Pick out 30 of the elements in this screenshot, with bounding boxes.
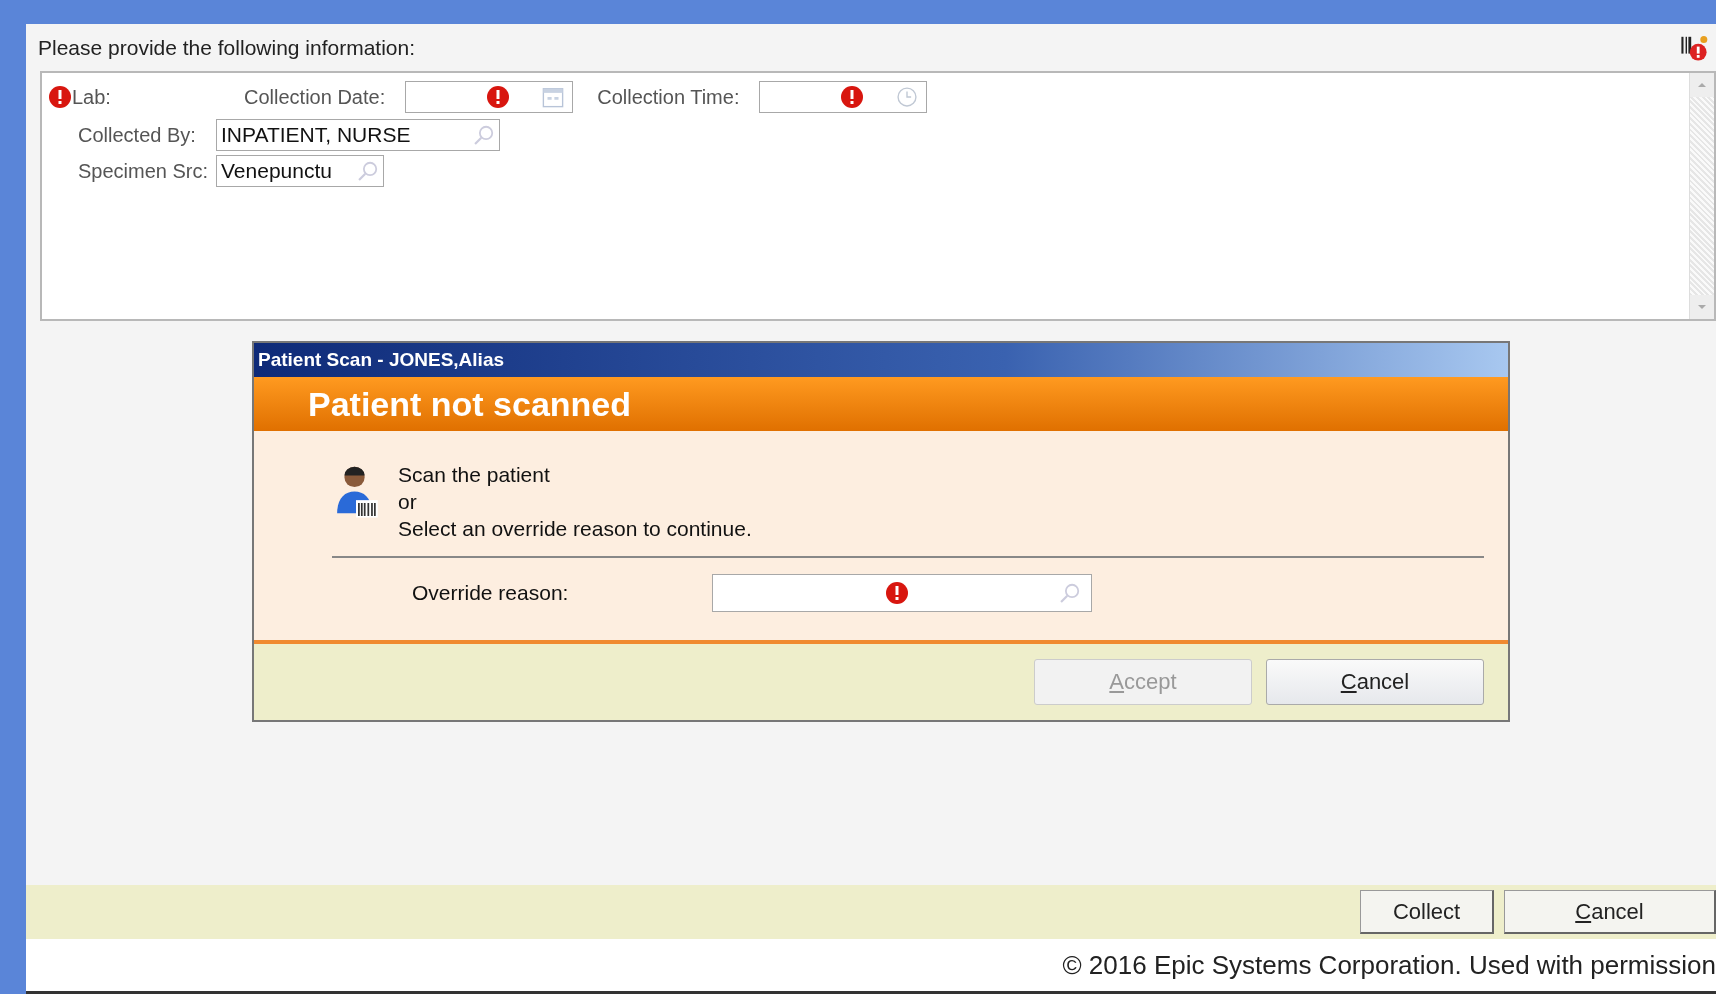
- lookup-field[interactable]: Venepunctu: [216, 155, 384, 187]
- search-icon[interactable]: [1059, 582, 1081, 604]
- cancel-button[interactable]: Cancel: [1504, 890, 1716, 934]
- time-field[interactable]: [759, 81, 928, 113]
- lookup-field[interactable]: INPATIENT, NURSE: [216, 119, 500, 151]
- instruction-text: Scan the patient: [398, 462, 551, 488]
- search-icon[interactable]: [473, 124, 495, 146]
- cancel-button[interactable]: Cancel: [1266, 659, 1484, 705]
- barcode-alert-icon[interactable]: [1680, 33, 1708, 62]
- clock-icon[interactable]: [896, 86, 919, 108]
- scroll-up-icon[interactable]: [1697, 80, 1707, 90]
- instruction-text: Select an override reason to continue.: [398, 516, 752, 542]
- scroll-down-icon[interactable]: [1697, 302, 1707, 312]
- calendar-icon[interactable]: [542, 86, 565, 108]
- field-label: Specimen Src:: [77, 159, 210, 183]
- copyright-text: © 2016 Epic Systems Corporation. Used with permission: [1062, 949, 1716, 981]
- override-label: Override reason:: [411, 581, 570, 605]
- collect-button[interactable]: Collect: [1360, 890, 1494, 934]
- dialog-banner: Patient not scanned: [254, 377, 1508, 431]
- dialog-title: Patient Scan - JONES,Alias: [254, 343, 1508, 377]
- override-reason-field[interactable]: [712, 574, 1092, 612]
- scrollbar[interactable]: [1689, 73, 1714, 319]
- field-label: Collection Time:: [597, 85, 740, 109]
- date-field[interactable]: [405, 81, 574, 113]
- field-label: Collection Date:: [244, 85, 386, 109]
- form-heading: Please provide the following information:: [38, 35, 416, 60]
- field-label: Collected By:: [77, 123, 197, 147]
- search-icon[interactable]: [357, 160, 379, 182]
- instruction-text: or: [398, 489, 418, 515]
- field-label: Lab:: [72, 85, 111, 109]
